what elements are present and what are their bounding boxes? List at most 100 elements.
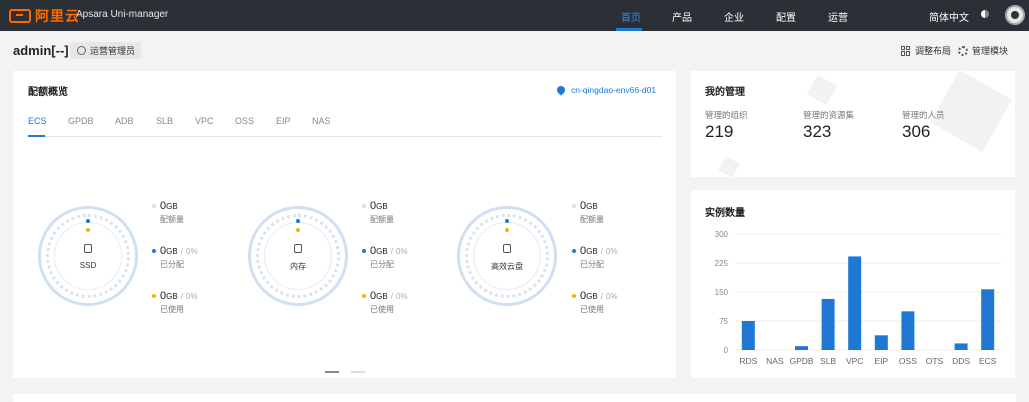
location-pin-icon <box>555 84 567 96</box>
tab-adb[interactable]: ADB <box>115 116 134 126</box>
instance-bar-chart: 0 75 150 225 300 RDS NAS GPDB SLB VPC EIP OSS OTS DDS… <box>715 230 1001 366</box>
tab-gpdb[interactable]: GPDB <box>68 116 94 126</box>
managed-orgs-value[interactable]: 219 <box>705 122 733 142</box>
gauge-label: 高效云盘 <box>491 262 523 271</box>
gauge-allocated-marker <box>505 219 509 223</box>
layout-grid-icon <box>901 45 911 56</box>
gauge-allocated-marker <box>296 219 300 223</box>
managed-orgs-label: 管理的组织 <box>705 110 748 120</box>
y-tick-label: 225 <box>715 259 729 268</box>
nav-item-configuration[interactable]: 配置 <box>776 9 796 24</box>
stat-value: 0GB <box>160 200 178 212</box>
allocated-dot <box>362 249 366 253</box>
gauge-allocated-marker <box>86 219 90 223</box>
x-tick-label: ECS <box>979 356 997 366</box>
carousel-page-2[interactable] <box>351 371 365 373</box>
manage-modules-button[interactable]: 管理模块 <box>958 44 1008 57</box>
gauge-used-marker <box>505 228 509 232</box>
user-avatar[interactable] <box>1005 5 1025 25</box>
nav-item-operations[interactable]: 运营 <box>828 9 848 24</box>
tab-slb[interactable]: SLB <box>156 116 173 126</box>
region-selector[interactable]: cn-qingdao-env66-d01 <box>555 84 657 96</box>
stat-value: 0GB / 0% <box>370 245 408 257</box>
bar-vpc[interactable] <box>848 256 862 350</box>
region-label: cn-qingdao-env66-d01 <box>571 85 657 95</box>
bar-gpdb[interactable] <box>795 346 808 350</box>
stat-label: 配额量 <box>580 215 604 224</box>
nav-item-enterprise[interactable]: 企业 <box>724 9 744 24</box>
carousel-page-1[interactable] <box>325 371 339 373</box>
top-navigation-bar: 阿里云 Apsara Uni-manager 首页 产品 企业 配置 运营 简体… <box>0 0 1029 31</box>
nav-item-home[interactable]: 首页 <box>621 9 641 24</box>
stat-label: 已分配 <box>580 260 604 269</box>
quota-gauge-memory: 内存 <box>248 206 348 306</box>
stat-value: 0GB / 0% <box>160 245 198 257</box>
quota-tabs: ECS GPDB ADB SLB VPC OSS EIP NAS <box>28 116 662 137</box>
stat-label: 已使用 <box>580 305 604 314</box>
bar-oss[interactable] <box>901 311 915 350</box>
y-tick-label: 150 <box>715 288 729 297</box>
nav-item-products[interactable]: 产品 <box>672 9 692 24</box>
database-icon <box>294 244 302 253</box>
x-tick-label: NAS <box>766 356 784 366</box>
role-label: 运营管理员 <box>90 46 136 56</box>
management-card-title: 我的管理 <box>705 87 745 98</box>
managed-people-label: 管理的人员 <box>902 110 945 120</box>
stat-value: 0GB <box>580 200 598 212</box>
database-icon <box>503 244 511 253</box>
bar-slb[interactable] <box>821 298 835 350</box>
decorative-cube <box>806 74 838 106</box>
nav-active-indicator <box>616 28 642 31</box>
gauge-label: SSD <box>79 261 97 270</box>
stat-label: 配额量 <box>370 215 394 224</box>
x-tick-label: SLB <box>820 356 836 366</box>
next-card-edge <box>13 394 1016 402</box>
quota-dot <box>362 204 366 208</box>
managed-people-value[interactable]: 306 <box>902 122 930 142</box>
stat-label: 配额量 <box>160 215 184 224</box>
stat-value: 0GB / 0% <box>580 290 618 302</box>
used-dot <box>362 294 366 298</box>
quota-card-title: 配额概览 <box>28 87 68 98</box>
aliyun-logo[interactable]: 阿里云 <box>9 7 80 24</box>
y-tick-label: 75 <box>719 317 728 326</box>
stat-value: 0GB / 0% <box>160 290 198 302</box>
y-tick-label: 0 <box>724 346 729 355</box>
stat-value: 0GB / 0% <box>370 290 408 302</box>
quota-gauge-cloud-disk: 高效云盘 <box>457 206 557 306</box>
logo-text: 阿里云 <box>35 7 80 24</box>
gear-icon <box>958 45 968 56</box>
x-tick-label: DDS <box>952 356 970 366</box>
tab-eip[interactable]: EIP <box>276 116 291 126</box>
x-tick-label: OSS <box>899 356 917 366</box>
stat-value: 0GB <box>370 200 388 212</box>
allocated-dot <box>152 249 156 253</box>
language-selector[interactable]: 简体中文 <box>929 9 969 24</box>
tab-nas[interactable]: NAS <box>312 116 331 126</box>
active-tab-indicator <box>28 135 45 137</box>
theme-toggle-icon[interactable] <box>981 10 989 18</box>
stat-value: 0GB / 0% <box>580 245 618 257</box>
bar-dds[interactable] <box>954 343 968 350</box>
tab-oss[interactable]: OSS <box>235 116 254 126</box>
stat-label: 已分配 <box>370 260 394 269</box>
quota-dot <box>572 204 576 208</box>
x-tick-label: GPDB <box>789 356 813 366</box>
aliyun-logo-icon <box>9 8 31 23</box>
page-title-user: admin[--] <box>13 43 69 58</box>
bar-ecs[interactable] <box>981 289 995 350</box>
bar-rds[interactable] <box>741 321 755 350</box>
tab-vpc[interactable]: VPC <box>195 116 214 126</box>
stat-label: 已分配 <box>160 260 184 269</box>
adjust-layout-button[interactable]: 调整布局 <box>901 44 951 57</box>
tab-ecs[interactable]: ECS <box>28 116 47 126</box>
x-tick-label: EIP <box>874 356 888 366</box>
bar-eip[interactable] <box>874 335 888 350</box>
managed-resource-sets-value[interactable]: 323 <box>803 122 831 142</box>
gauge-used-marker <box>296 228 300 232</box>
gauge-inner-ring <box>473 222 541 290</box>
manage-modules-label: 管理模块 <box>972 46 1009 56</box>
user-circle-icon <box>77 46 86 55</box>
gauge-used-marker <box>86 228 90 232</box>
product-name: Apsara Uni-manager <box>76 9 169 20</box>
